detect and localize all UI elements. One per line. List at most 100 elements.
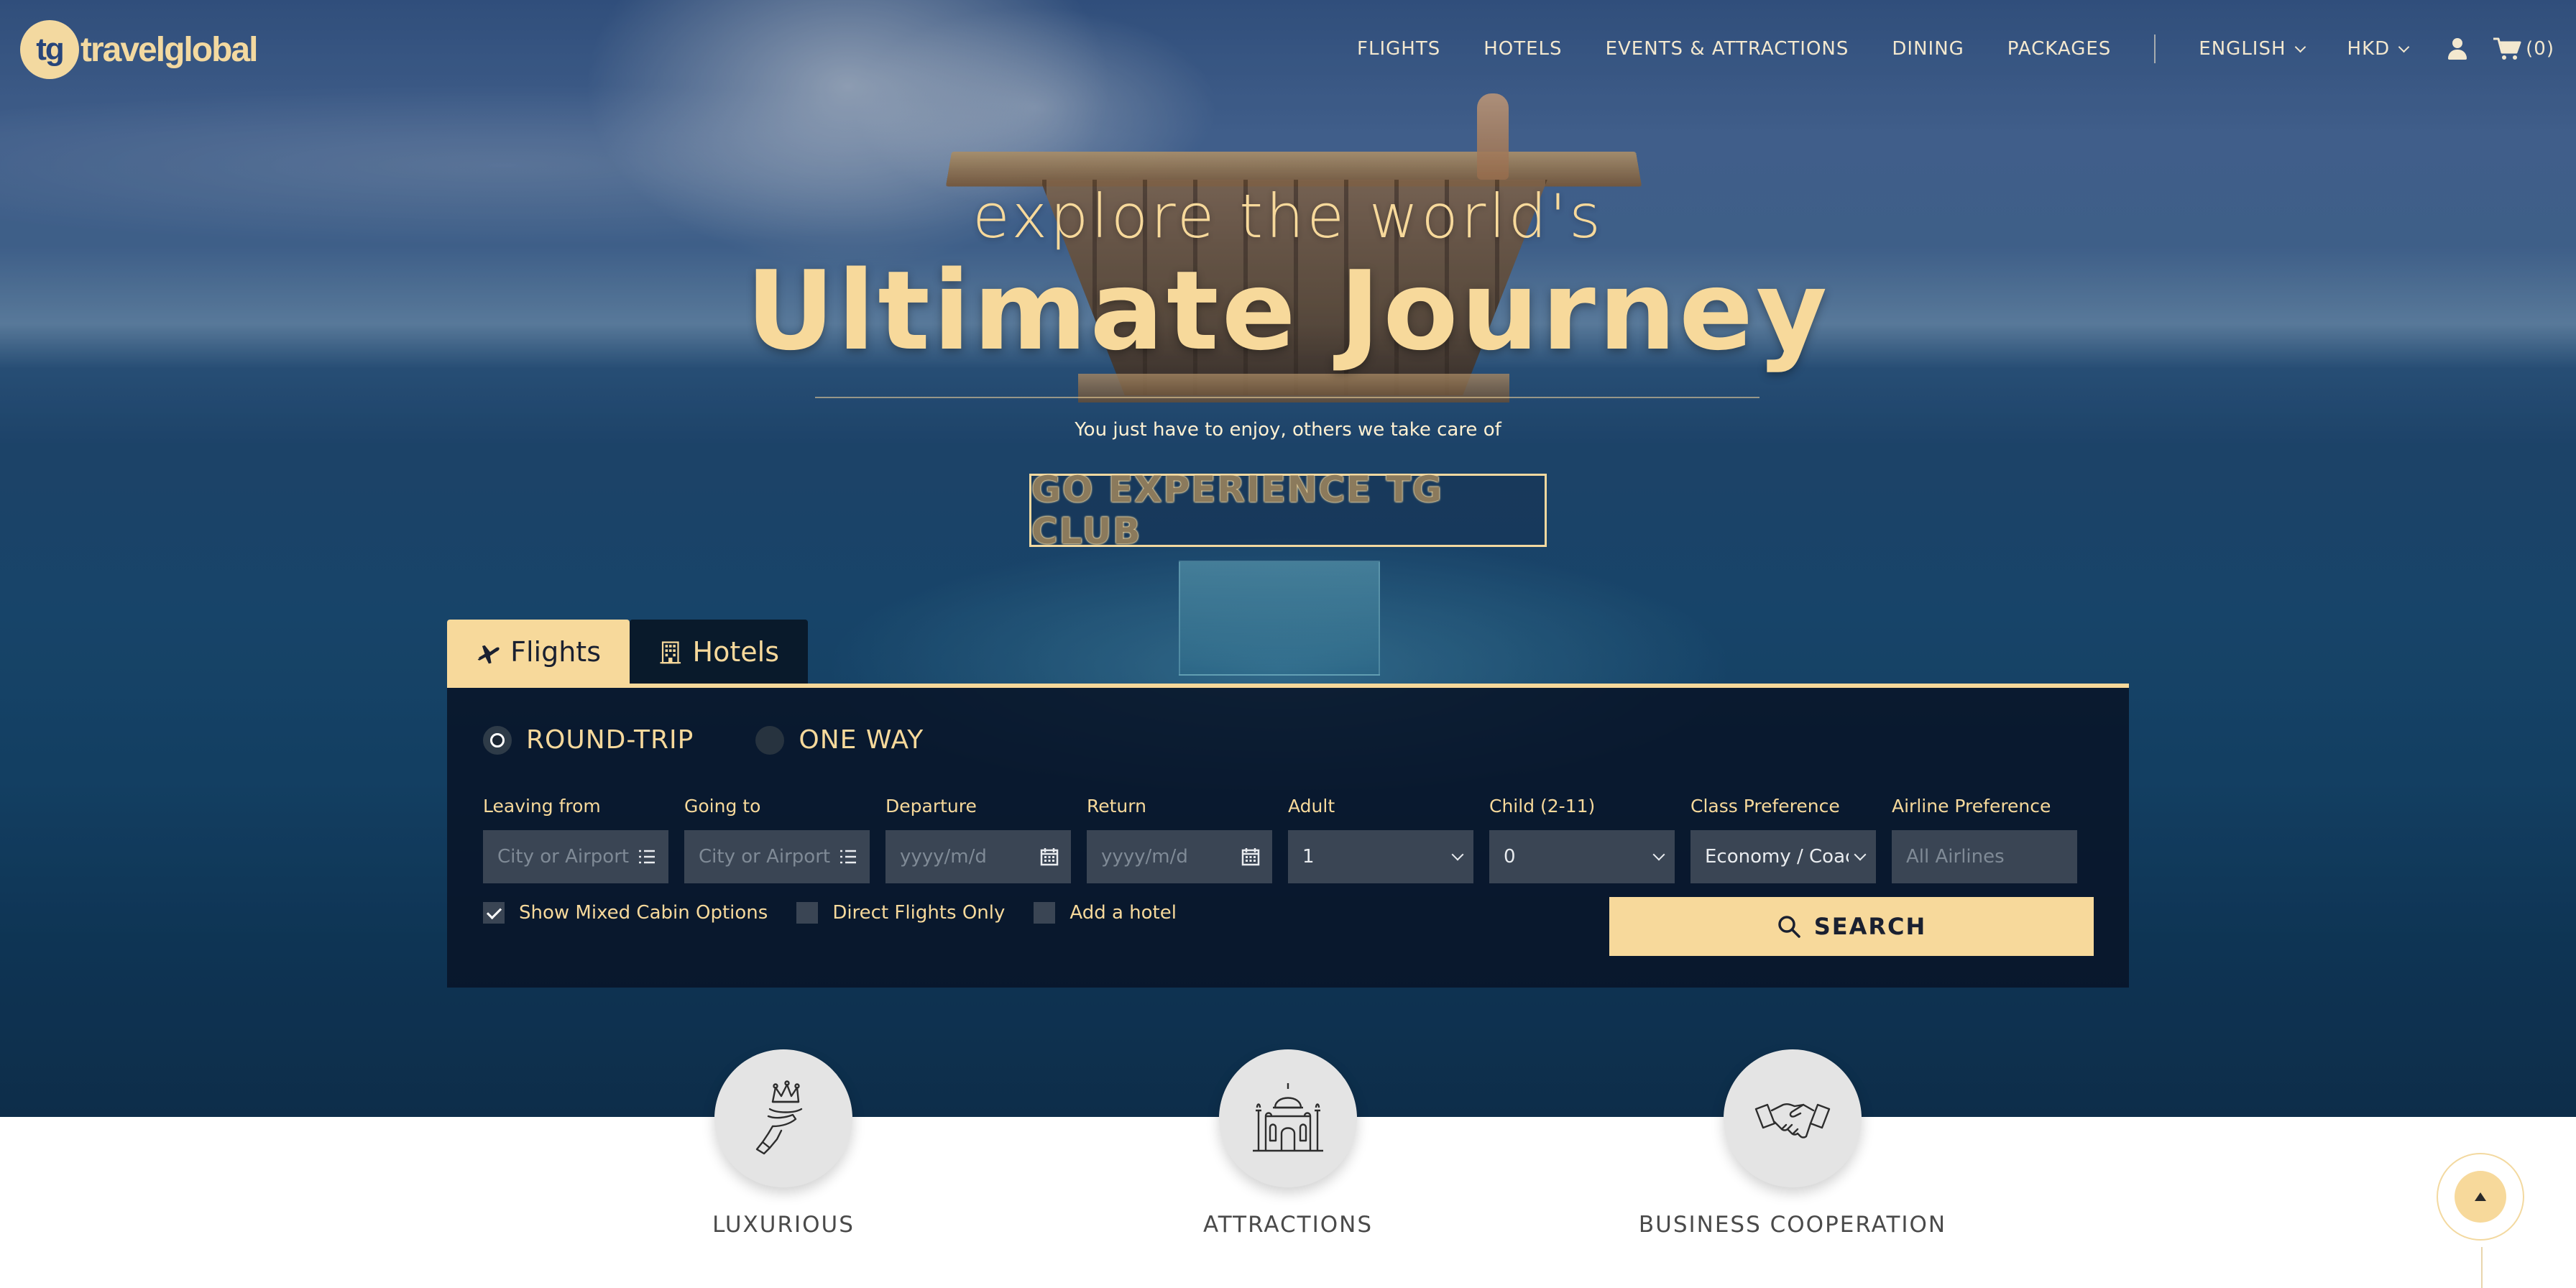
search-button[interactable]: SEARCH bbox=[1609, 897, 2094, 956]
mixed-cabin-checkbox[interactable]: Show Mixed Cabin Options bbox=[483, 902, 768, 924]
child-value: 0 bbox=[1504, 846, 1516, 868]
tab-flights[interactable]: Flights bbox=[447, 620, 630, 684]
tg-club-button[interactable]: GO EXPERIENCE TG CLUB bbox=[1029, 469, 1547, 552]
class-preference-label: Class Preference bbox=[1690, 796, 1840, 816]
feature-title: BUSINESS COOPERATION bbox=[1638, 1212, 1947, 1238]
feature-title: LUXURIOUS bbox=[712, 1212, 855, 1238]
nav-events-attractions[interactable]: EVENTS & ATTRACTIONS bbox=[1606, 38, 1849, 60]
chevron-down-icon bbox=[2398, 41, 2410, 52]
search-button-label: SEARCH bbox=[1813, 913, 1927, 940]
feature-title: ATTRACTIONS bbox=[1202, 1212, 1374, 1238]
mixed-cabin-label: Show Mixed Cabin Options bbox=[519, 902, 768, 924]
leaving-from-label: Leaving from bbox=[483, 796, 601, 816]
leaving-from-placeholder: City or Airport bbox=[497, 846, 630, 868]
site-logo[interactable]: tg travelglobal bbox=[20, 19, 258, 80]
airline-preference-field: Airline Preference All Airlines bbox=[1892, 796, 2077, 883]
add-hotel-checkbox[interactable]: Add a hotel bbox=[1034, 902, 1177, 924]
child-select[interactable]: 0 bbox=[1489, 830, 1675, 883]
user-icon bbox=[2448, 38, 2467, 60]
logo-text: travelglobal bbox=[80, 30, 258, 69]
search-icon bbox=[1777, 916, 1800, 938]
leaving-from-input[interactable]: City or Airport bbox=[483, 830, 668, 883]
checkbox-checked-icon bbox=[483, 902, 505, 924]
hero-tagline-big: Ultimate Journey bbox=[745, 247, 1831, 374]
tab-hotels[interactable]: Hotels bbox=[630, 620, 808, 684]
nav-hotels[interactable]: HOTELS bbox=[1484, 38, 1562, 60]
tab-hotels-label: Hotels bbox=[692, 636, 779, 668]
search-tabs: Flights Hotels bbox=[447, 620, 808, 684]
hero-tagline-small: explore the world's bbox=[972, 181, 1604, 252]
going-to-input[interactable]: City or Airport bbox=[684, 830, 870, 883]
scroll-to-top-button[interactable] bbox=[2437, 1153, 2524, 1241]
feature-attractions[interactable]: ATTRACTIONS bbox=[1116, 1049, 1460, 1238]
crown-hand-icon bbox=[755, 1080, 803, 1155]
feature-circle bbox=[714, 1049, 852, 1187]
child-field: Child (2-11) 0 bbox=[1489, 796, 1675, 883]
taj-mahal-icon bbox=[1253, 1083, 1323, 1152]
airline-preference-placeholder: All Airlines bbox=[1906, 846, 2005, 868]
class-preference-field: Class Preference Economy / Coach bbox=[1690, 796, 1876, 883]
going-to-field: Going to City or Airport bbox=[684, 796, 870, 883]
calendar-icon bbox=[1040, 848, 1059, 866]
calendar-icon bbox=[1241, 848, 1260, 866]
logo-mark: tg bbox=[20, 20, 79, 79]
chevron-down-icon bbox=[2294, 41, 2306, 52]
chevron-down-icon bbox=[1451, 848, 1464, 861]
tab-flights-label: Flights bbox=[510, 636, 601, 668]
account-button[interactable] bbox=[2448, 38, 2467, 60]
airline-preference-label: Airline Preference bbox=[1892, 796, 2051, 816]
checkbox-empty-icon bbox=[1034, 902, 1056, 924]
handshake-icon bbox=[1754, 1103, 1831, 1138]
nav-flights[interactable]: FLIGHTS bbox=[1357, 38, 1440, 60]
direct-flights-checkbox[interactable]: Direct Flights Only bbox=[796, 902, 1005, 924]
nav-divider bbox=[2154, 34, 2156, 63]
return-label: Return bbox=[1087, 796, 1146, 816]
departure-label: Departure bbox=[886, 796, 977, 816]
radio-selected-icon bbox=[483, 725, 512, 755]
search-fields: Leaving from City or Airport Going to Ci… bbox=[483, 796, 2077, 883]
return-field: Return yyyy/m/d bbox=[1087, 796, 1272, 883]
language-dropdown[interactable]: ENGLISH bbox=[2199, 38, 2306, 60]
trip-type-group: ROUND-TRIP ONE WAY bbox=[483, 725, 985, 755]
cart-count: (0) bbox=[2526, 38, 2554, 60]
feature-business-cooperation[interactable]: BUSINESS COOPERATION bbox=[1620, 1049, 1965, 1238]
checkbox-empty-icon bbox=[796, 902, 819, 924]
return-input[interactable]: yyyy/m/d bbox=[1087, 830, 1272, 883]
round-trip-radio[interactable]: ROUND-TRIP bbox=[483, 725, 694, 755]
feature-circle bbox=[1724, 1049, 1862, 1187]
leaving-from-field: Leaving from City or Airport bbox=[483, 796, 668, 883]
side-divider bbox=[2481, 1247, 2483, 1288]
flight-search-panel: ROUND-TRIP ONE WAY Leaving from City or … bbox=[447, 684, 2129, 988]
currency-label: HKD bbox=[2347, 38, 2391, 60]
adult-value: 1 bbox=[1302, 846, 1315, 868]
radio-empty-icon bbox=[755, 725, 785, 755]
return-placeholder: yyyy/m/d bbox=[1101, 846, 1188, 868]
feature-luxurious[interactable]: LUXURIOUS bbox=[611, 1049, 956, 1238]
feature-circle bbox=[1219, 1049, 1357, 1187]
language-label: ENGLISH bbox=[2199, 38, 2286, 60]
currency-dropdown[interactable]: HKD bbox=[2347, 38, 2410, 60]
departure-field: Departure yyyy/m/d bbox=[886, 796, 1071, 883]
going-to-placeholder: City or Airport bbox=[699, 846, 831, 868]
list-icon bbox=[639, 850, 655, 864]
class-preference-value: Economy / Coach bbox=[1705, 846, 1849, 868]
nav-packages[interactable]: PACKAGES bbox=[2007, 38, 2112, 60]
going-to-label: Going to bbox=[684, 796, 761, 816]
hero-subtitle: You just have to enjoy, others we take c… bbox=[1075, 419, 1501, 441]
scroll-to-top-circle bbox=[2455, 1171, 2506, 1223]
class-preference-select[interactable]: Economy / Coach bbox=[1690, 830, 1876, 883]
chevron-down-icon bbox=[1854, 848, 1867, 861]
add-hotel-label: Add a hotel bbox=[1070, 902, 1177, 924]
cart-button[interactable]: (0) bbox=[2493, 37, 2554, 61]
cart-icon bbox=[2493, 37, 2521, 60]
building-icon bbox=[660, 641, 681, 664]
adult-label: Adult bbox=[1288, 796, 1335, 816]
airplane-icon bbox=[477, 645, 500, 664]
airline-preference-input[interactable]: All Airlines bbox=[1892, 830, 2077, 883]
departure-input[interactable]: yyyy/m/d bbox=[886, 830, 1071, 883]
adult-field: Adult 1 bbox=[1288, 796, 1473, 883]
arrow-up-icon bbox=[2475, 1192, 2486, 1201]
nav-dining[interactable]: DINING bbox=[1892, 38, 1964, 60]
one-way-radio[interactable]: ONE WAY bbox=[755, 725, 924, 755]
adult-select[interactable]: 1 bbox=[1288, 830, 1473, 883]
